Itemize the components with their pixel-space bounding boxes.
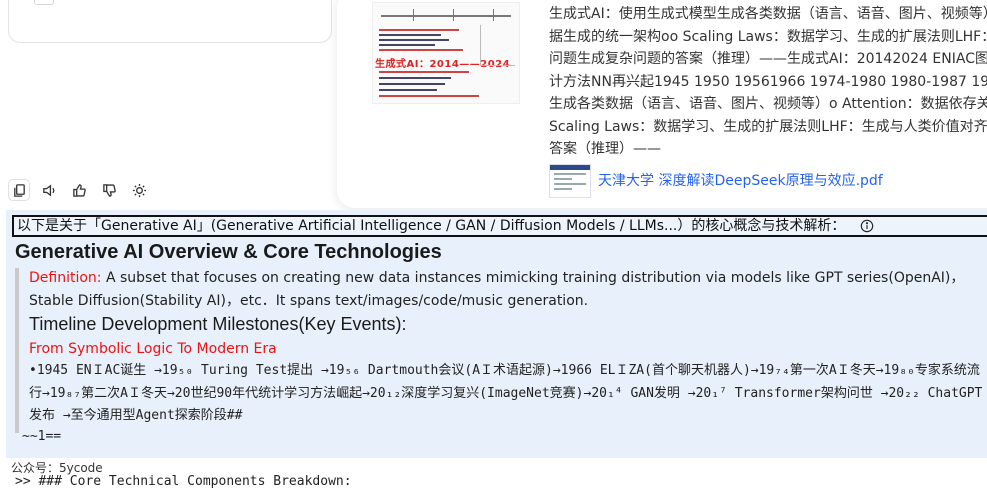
timeline-heading: Timeline Development Milestones(Key Even… <box>29 314 407 334</box>
definition-text: A subset that focuses on creating new da… <box>29 270 965 309</box>
reference-thumbnail[interactable]: 生成式AI：2014——2024 <box>372 2 520 104</box>
intro-text: 以下是关于「Generative AI」(Generative Artifici… <box>17 218 846 234</box>
thumbs-down-icon[interactable] <box>98 179 120 201</box>
definition-paragraph: Definition: A subset that focuses on cre… <box>29 267 987 312</box>
snippet-line: 生成式AI：使用生成式模型生成各类数据（语言、语音、图片、视频等） <box>549 6 987 22</box>
timeline-text: •1945 ENＩAC诞生 →19₅₀ Turing Test提出 →19₅₆ … <box>29 360 987 428</box>
collapse-tab[interactable] <box>34 0 54 5</box>
pdf-file-icon <box>549 164 591 198</box>
snippet-line: 生成各类数据（语言、语音、图片、视频等）o Attention：数据依存关系 <box>549 96 987 112</box>
answer-intro: 以下是关于「Generative AI」(Generative Artifici… <box>12 215 987 237</box>
reference-snippet: 生成式AI：使用生成式模型生成各类数据（语言、语音、图片、视频等） 据生成的统一… <box>549 3 987 161</box>
snippet-line: 答案（推理）—— <box>549 141 661 157</box>
timeline-line: •1945 ENＩAC诞生 →19₅₀ Turing Test提出 →19₅₆ … <box>29 363 980 378</box>
pdf-source-link[interactable]: 天津大学 深度解读DeepSeek原理与效应.pdf <box>598 170 883 190</box>
snippet-line: 问题生成复杂问题的答案（推理）——生成式AI：20142024 ENIAC图灵 <box>549 51 987 67</box>
timeline-subheading: From Symbolic Logic To Modern Era <box>29 341 277 357</box>
snippet-line: 计方法NN再兴起1945 1950 19561966 1974-1980 198… <box>549 73 987 90</box>
thumbs-up-icon[interactable] <box>68 179 90 201</box>
answer-heading: Generative AI Overview & Core Technologi… <box>15 241 442 263</box>
previous-message-box <box>8 0 332 43</box>
definition-label: Definition: <box>29 270 102 286</box>
info-icon[interactable] <box>860 219 874 233</box>
copy-icon[interactable] <box>8 179 30 201</box>
snippet-line: 据生成的统一架构oo Scaling Laws：数据学习、生成的扩展法则LHF： <box>549 28 987 45</box>
message-actions <box>8 179 150 201</box>
next-section-heading: >> ### Core Technical Components Breakdo… <box>15 474 352 489</box>
answer-tail: ~~1== <box>22 429 62 444</box>
timeline-line: 发布 →至今通用型Agent探索阶段## <box>29 408 243 423</box>
snippet-line: Scaling Laws：数据学习、生成的扩展法则LHF：生成与人类价值对齐 <box>549 118 987 135</box>
bulb-icon[interactable] <box>128 179 150 201</box>
speaker-icon[interactable] <box>38 179 60 201</box>
timeline-line: 行→19₈₇第二次AＩ冬天→20世纪90年代统计学习方法崛起→20₁₂深度学习复… <box>29 385 983 401</box>
